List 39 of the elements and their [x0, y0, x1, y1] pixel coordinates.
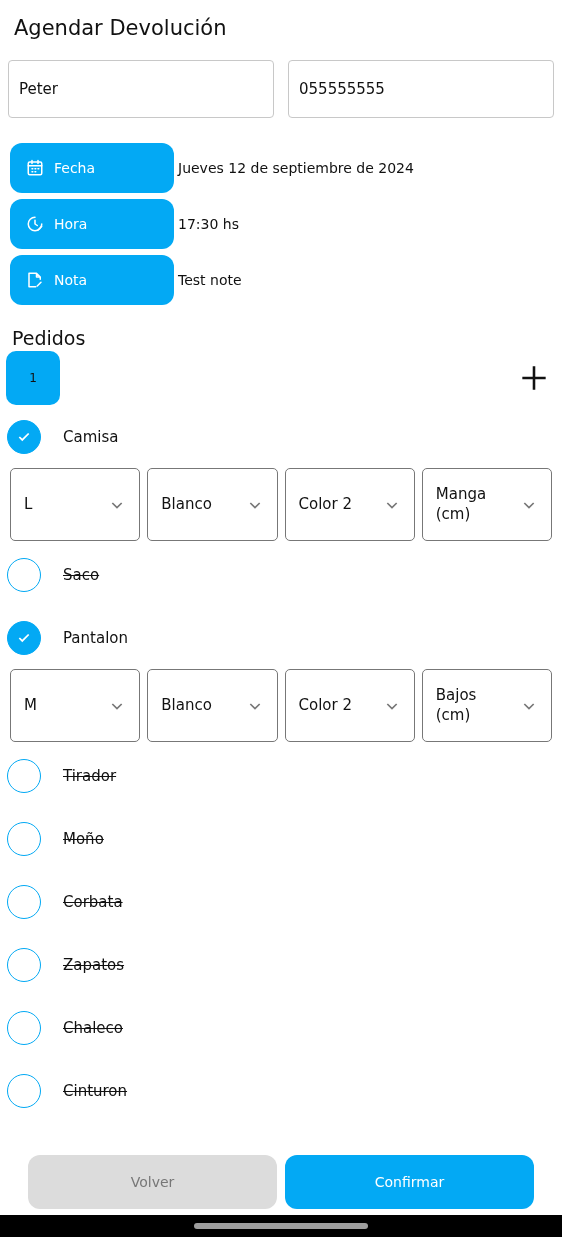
checkbox[interactable] — [7, 758, 41, 793]
checkbox[interactable] — [7, 1010, 41, 1045]
item-label: Chaleco — [63, 1018, 123, 1037]
item-label: Moño — [63, 829, 104, 848]
calendar-icon — [26, 159, 44, 177]
item-label: Camisa — [63, 427, 119, 446]
order-tab[interactable]: 1 — [6, 351, 60, 405]
info-value: 17:30 hs — [178, 216, 239, 232]
checkbox[interactable] — [7, 620, 41, 655]
clock-icon — [26, 215, 44, 233]
checkbox[interactable] — [7, 884, 41, 919]
dropdown[interactable]: Color 2 — [284, 669, 415, 742]
checkbox[interactable] — [7, 947, 41, 982]
text-field[interactable]: Peter — [8, 60, 274, 118]
dropdown[interactable]: Color 2 — [284, 468, 415, 541]
item-label: Zapatos — [63, 955, 125, 974]
checkbox[interactable] — [7, 1073, 41, 1108]
dropdown[interactable]: Bajos (cm) — [421, 669, 552, 742]
checkbox[interactable] — [7, 557, 41, 592]
section-title: Pedidos — [12, 327, 87, 349]
dropdown[interactable]: Blanco — [147, 468, 278, 541]
item-label: Tirador — [63, 766, 117, 785]
item-label: Saco — [63, 565, 100, 584]
dropdown[interactable]: Blanco — [147, 669, 278, 742]
info-value: Jueves 12 de septiembre de 2024 — [178, 160, 414, 176]
item-label: Cinturon — [63, 1081, 128, 1100]
checkbox[interactable] — [7, 419, 41, 454]
text-field[interactable]: 055555555 — [288, 60, 554, 118]
checkbox[interactable] — [7, 821, 41, 856]
add-button[interactable] — [520, 364, 548, 392]
item-label: Corbata — [63, 892, 123, 911]
page-title: Agendar Devolución — [14, 16, 228, 40]
note-edit-icon — [26, 271, 44, 289]
dropdown[interactable]: L — [10, 468, 141, 541]
dropdown[interactable]: M — [10, 669, 141, 742]
plus-icon — [520, 364, 548, 392]
dropdown[interactable]: Manga (cm) — [421, 468, 552, 541]
item-label: Pantalon — [63, 628, 128, 647]
info-value: Test note — [178, 272, 242, 288]
